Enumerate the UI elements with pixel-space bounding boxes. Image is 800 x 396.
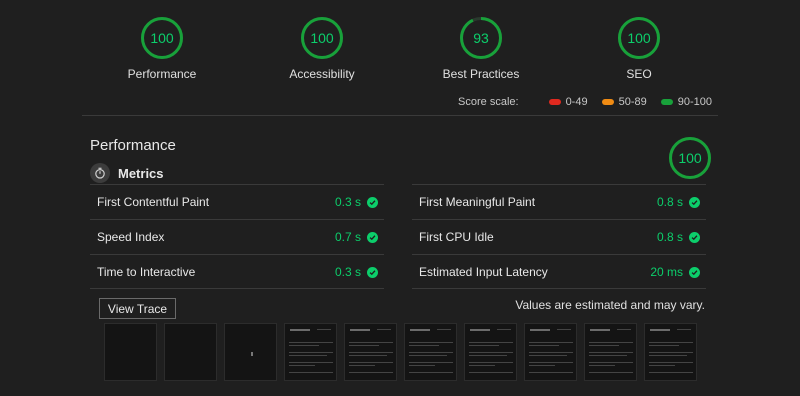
scale-item-average: 50-89 [601,96,647,108]
metrics-header: Metrics [90,163,164,183]
filmstrip [104,323,697,381]
metric-value: 0.8 s [656,195,683,209]
metric-name: Speed Index [97,230,165,244]
filmstrip-frame [164,323,217,381]
check-icon [367,231,378,243]
scale-swatch-orange [601,99,614,105]
filmstrip-frame [104,323,157,381]
scale-swatch-red [548,99,561,105]
row-divider [90,288,384,289]
score-scale-title: Score scale: [458,96,519,108]
gauge-score: 100 [310,30,334,46]
gauge-score: 100 [150,30,174,46]
gauge-ring: 100 [618,17,660,59]
view-trace-button[interactable]: View Trace [99,298,176,319]
check-icon [367,266,378,278]
metric-speed-index: Speed Index 0.7 s [90,219,384,254]
metric-first-cpu-idle: First CPU Idle 0.8 s [412,219,706,254]
section-divider [82,115,718,116]
scale-item-label: 50-89 [618,96,647,108]
metric-value: 0.3 s [334,195,361,209]
category-title: Performance [90,137,176,154]
filmstrip-frame [404,323,457,381]
filmstrip-frame [344,323,397,381]
scale-swatch-green [660,99,673,105]
filmstrip-frame [584,323,637,381]
gauge-label: Accessibility [289,67,355,81]
row-divider [412,288,706,289]
gauge-ring: 100 [141,17,183,59]
filmstrip-frame [464,323,517,381]
metric-first-contentful-paint: First Contentful Paint 0.3 s [90,184,384,219]
gauge-performance[interactable]: 100 Performance [92,16,232,81]
check-icon [689,231,700,243]
category-gauge: 100 [668,136,712,185]
check-icon [689,196,700,208]
gauge-ring: 93 [460,17,502,59]
metric-name: First Contentful Paint [97,195,210,209]
check-icon [689,266,700,278]
gauge-ring: 100 [669,137,711,179]
scale-item-fail: 0-49 [548,96,588,108]
gauge-seo[interactable]: 100 SEO [569,16,709,81]
metric-value: 0.3 s [334,265,361,279]
scale-item-pass: 90-100 [660,96,712,108]
metric-name: Time to Interactive [97,265,196,279]
metric-time-to-interactive: Time to Interactive 0.3 s [90,254,384,289]
metric-name: First CPU Idle [419,230,494,244]
gauge-label: SEO [626,67,652,81]
metric-value: 0.8 s [656,230,683,244]
filmstrip-frame [524,323,577,381]
metric-estimated-input-latency: Estimated Input Latency 20 ms [412,254,706,289]
scale-item-label: 0-49 [565,96,588,108]
metric-value: 20 ms [650,265,683,279]
gauge-label: Best Practices [442,67,520,81]
category-gauges: 100 Performance 100 Accessibility 93 Bes… [0,0,800,90]
gauge-score: 93 [473,30,489,46]
metrics-title: Metrics [118,165,164,181]
metric-name: Estimated Input Latency [419,265,548,279]
metric-value: 0.7 s [334,230,361,244]
stopwatch-icon [90,163,110,183]
gauge-accessibility[interactable]: 100 Accessibility [252,16,392,81]
check-icon [367,196,378,208]
filmstrip-frame [224,323,277,381]
estimate-note: Values are estimated and may vary. [515,298,705,312]
scale-item-label: 90-100 [677,96,712,108]
category-score: 100 [678,150,702,166]
gauge-label: Performance [127,67,197,81]
metric-name: First Meaningful Paint [419,195,536,209]
gauge-score: 100 [627,30,651,46]
filmstrip-frame [644,323,697,381]
filmstrip-frame [284,323,337,381]
gauge-ring: 100 [301,17,343,59]
metric-first-meaningful-paint: First Meaningful Paint 0.8 s [412,184,706,219]
score-scale-legend: Score scale: 0-49 50-89 90-100 [458,96,712,108]
gauge-best-practices[interactable]: 93 Best Practices [411,16,551,81]
